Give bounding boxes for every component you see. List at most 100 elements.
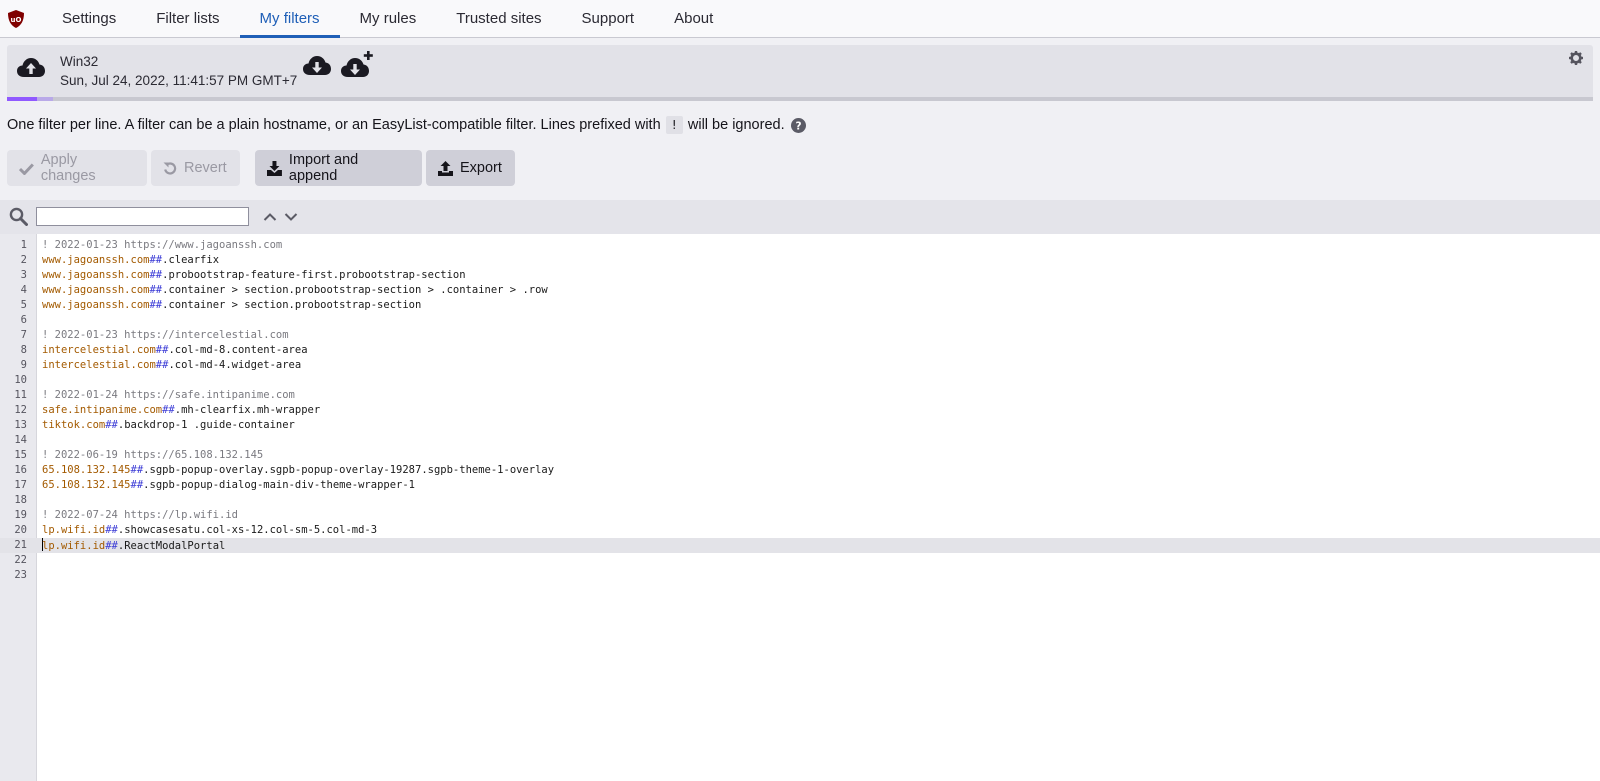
- upload-icon: [438, 160, 453, 176]
- filter-separator: ##: [149, 254, 163, 266]
- import-append-label: Import and append: [288, 152, 359, 184]
- tab-my-filters[interactable]: My filters: [239, 0, 340, 38]
- tab-support[interactable]: Support: [562, 0, 655, 37]
- line-number: 9: [20, 359, 27, 371]
- filter-hostname: www.jagoanssh.com: [42, 284, 150, 296]
- line-number: 1: [20, 239, 27, 251]
- filter-hostname: 65.108.132.145: [42, 479, 131, 491]
- notice-comment-prefix: !: [665, 116, 683, 134]
- apply-changes-button[interactable]: Apply changes: [7, 150, 147, 186]
- cloud-storage-panel: Win32 Sun, Jul 24, 2022, 11:41:57 PM GMT…: [7, 45, 1593, 101]
- line-number: 12: [14, 404, 27, 416]
- tab-my-rules[interactable]: My rules: [340, 0, 437, 37]
- editor-line[interactable]: 11 ! 2022-01-24 https://safe.intipanime.c…: [0, 388, 1600, 403]
- editor-line[interactable]: 22: [0, 553, 1600, 568]
- editor-line[interactable]: 1 ! 2022-01-23 https://www.jagoanssh.com: [0, 238, 1600, 253]
- filter-hostname: lp.wifi.id: [42, 540, 106, 552]
- line-content: ! 2022-01-23 https://www.jagoanssh.com: [42, 238, 282, 253]
- line-content: tiktok.com##.backdrop-1 .guide-container: [42, 418, 295, 433]
- top-nav: uO Settings Filter lists My filters My r…: [0, 0, 1600, 38]
- search-input[interactable]: [36, 207, 249, 226]
- search-icon: [9, 207, 28, 231]
- filter-editor[interactable]: 1 ! 2022-01-23 https://www.jagoanssh.com 2…: [0, 234, 1600, 781]
- revert-button[interactable]: Revert: [151, 150, 240, 186]
- tab-about[interactable]: About: [654, 0, 733, 37]
- search-next-icon[interactable]: [284, 209, 298, 227]
- editor-line[interactable]: 3 www.jagoanssh.com##.probootstrap-featur…: [0, 268, 1600, 283]
- tab-filter-lists[interactable]: Filter lists: [136, 0, 239, 37]
- filter-hostname: safe.intipanime.com: [42, 404, 163, 416]
- editor-line[interactable]: 20 lp.wifi.id##.showcasesatu.col-xs-12.co…: [0, 523, 1600, 538]
- cloud-usage-fill-secondary: [37, 97, 53, 101]
- filter-separator: ##: [155, 344, 169, 356]
- editor-line[interactable]: 16 65.108.132.145##.sgpb-popup-overlay.sg…: [0, 463, 1600, 478]
- editor-line[interactable]: 21 lp.wifi.id##.ReactModalPortal: [0, 538, 1600, 553]
- filter-separator: ##: [105, 524, 118, 536]
- tab-trusted-sites[interactable]: Trusted sites: [436, 0, 561, 37]
- line-number: 13: [14, 419, 27, 431]
- export-button[interactable]: Export: [426, 150, 515, 186]
- filter-comment: ! 2022-01-24 https://safe.intipanime.com: [42, 389, 295, 401]
- editor-line[interactable]: 8 intercelestial.com##.col-md-8.content-a…: [0, 343, 1600, 358]
- line-content: www.jagoanssh.com##.clearfix: [42, 253, 219, 268]
- filter-hostname: intercelestial.com: [42, 359, 156, 371]
- editor-line[interactable]: 17 65.108.132.145##.sgpb-popup-dialog-mai…: [0, 478, 1600, 493]
- line-content: intercelestial.com##.col-md-8.content-ar…: [42, 343, 308, 358]
- editor-line[interactable]: 14: [0, 433, 1600, 448]
- editor-line[interactable]: 2 www.jagoanssh.com##.clearfix: [0, 253, 1600, 268]
- filter-hostname: intercelestial.com: [42, 344, 156, 356]
- filter-hostname: lp.wifi.id: [42, 524, 106, 536]
- line-number: 16: [14, 464, 27, 476]
- filter-hostname: 65.108.132.145: [42, 464, 131, 476]
- filter-separator: ##: [105, 540, 118, 552]
- svg-text:uO: uO: [11, 16, 22, 24]
- editor-line[interactable]: 7 ! 2022-01-23 https://intercelestial.com: [0, 328, 1600, 343]
- filter-comment: ! 2022-01-23 https://intercelestial.com: [42, 329, 289, 341]
- editor-line[interactable]: 15 ! 2022-06-19 https://65.108.132.145: [0, 448, 1600, 463]
- cloud-device-name: Win32: [60, 54, 99, 69]
- editor-line[interactable]: 18: [0, 493, 1600, 508]
- filter-comment: ! 2022-07-24 https://lp.wifi.id: [42, 509, 238, 521]
- cloud-pull-merge-icon[interactable]: [341, 51, 375, 84]
- editor-line[interactable]: 4 www.jagoanssh.com##.container > section…: [0, 283, 1600, 298]
- editor-line[interactable]: 12 safe.intipanime.com##.mh-clearfix.mh-w…: [0, 403, 1600, 418]
- filter-separator: ##: [105, 419, 118, 431]
- cloud-pull-icon[interactable]: [303, 55, 331, 82]
- filter-selector: .col-md-8.content-area: [168, 344, 308, 356]
- filter-hostname: www.jagoanssh.com: [42, 254, 150, 266]
- import-append-button[interactable]: Import and append: [255, 150, 422, 186]
- line-number: 3: [20, 269, 27, 281]
- line-number: 18: [14, 494, 27, 506]
- help-icon[interactable]: ?: [790, 117, 806, 133]
- apply-changes-label: Apply changes: [40, 152, 96, 184]
- editor-line[interactable]: 23: [0, 568, 1600, 583]
- editor-line[interactable]: 6: [0, 313, 1600, 328]
- line-content: 65.108.132.145##.sgpb-popup-overlay.sgpb…: [42, 463, 554, 478]
- editor-search-bar: [0, 200, 1600, 234]
- line-number: 4: [20, 284, 27, 296]
- line-content: ! 2022-01-23 https://intercelestial.com: [42, 328, 289, 343]
- editor-line[interactable]: 5 www.jagoanssh.com##.container > section…: [0, 298, 1600, 313]
- filter-selector: .backdrop-1 .guide-container: [117, 419, 295, 431]
- gear-icon[interactable]: [1569, 51, 1583, 70]
- line-number: 11: [14, 389, 27, 401]
- tab-settings[interactable]: Settings: [42, 0, 136, 37]
- editor-line[interactable]: 10: [0, 373, 1600, 388]
- editor-line[interactable]: 9 intercelestial.com##.col-md-4.widget-ar…: [0, 358, 1600, 373]
- export-label: Export: [460, 160, 502, 176]
- line-content: ! 2022-07-24 https://lp.wifi.id: [42, 508, 238, 523]
- filter-hostname: www.jagoanssh.com: [42, 299, 150, 311]
- notice-text-before: One filter per line. A filter can be a p…: [7, 117, 661, 133]
- cloud-push-icon[interactable]: [17, 57, 45, 84]
- filter-selector: .clearfix: [162, 254, 220, 266]
- line-number: 19: [14, 509, 27, 521]
- filter-selector: .col-md-4.widget-area: [168, 359, 302, 371]
- filter-selector: .container > section.probootstrap-sectio…: [162, 299, 422, 311]
- line-content: intercelestial.com##.col-md-4.widget-are…: [42, 358, 301, 373]
- revert-label: Revert: [184, 160, 227, 176]
- search-previous-icon[interactable]: [263, 209, 277, 227]
- check-icon: [19, 163, 34, 175]
- editor-line[interactable]: 13 tiktok.com##.backdrop-1 .guide-contain…: [0, 418, 1600, 433]
- editor-line[interactable]: 19 ! 2022-07-24 https://lp.wifi.id: [0, 508, 1600, 523]
- undo-icon: [163, 162, 177, 175]
